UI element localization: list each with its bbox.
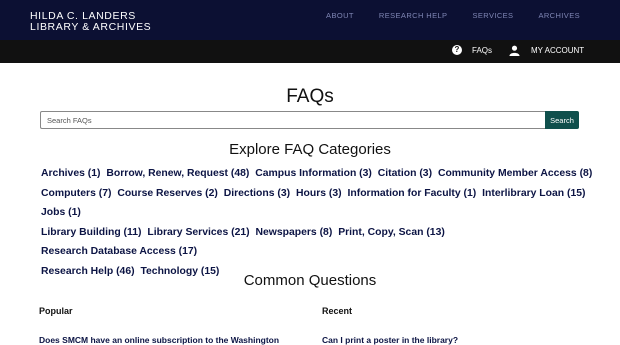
my-account-link[interactable]: MY ACCOUNT: [509, 45, 584, 56]
category-list: Archives (1) Borrow, Renew, Request (48)…: [41, 164, 601, 281]
category-link[interactable]: Interlibrary Loan (15): [482, 188, 585, 199]
category-link[interactable]: Borrow, Renew, Request (48): [106, 168, 249, 179]
search-button[interactable]: Search: [545, 111, 579, 129]
category-link[interactable]: Community Member Access (8): [438, 168, 592, 179]
category-link[interactable]: Campus Information (3): [255, 168, 372, 179]
category-link[interactable]: Archives (1): [41, 168, 100, 179]
category-link[interactable]: Citation (3): [378, 168, 432, 179]
category-link[interactable]: Computers (7): [41, 188, 111, 199]
category-link[interactable]: Directions (3): [224, 188, 290, 199]
popular-question-link[interactable]: Does SMCM have an online subscription to…: [39, 335, 279, 345]
faqs-link[interactable]: ? FAQs: [452, 45, 492, 55]
category-link[interactable]: Course Reserves (2): [117, 188, 218, 199]
faq-search-form: Search: [40, 111, 579, 129]
library-logo[interactable]: HILDA C. LANDERS LIBRARY & ARCHIVES: [30, 11, 151, 33]
recent-question-link[interactable]: Can I print a poster in the library?: [322, 335, 458, 345]
question-circle-icon: ?: [452, 45, 462, 55]
utility-bar: ? FAQs MY ACCOUNT: [0, 40, 620, 63]
top-header-bar: HILDA C. LANDERS LIBRARY & ARCHIVES ABOU…: [0, 0, 620, 40]
category-link[interactable]: Print, Copy, Scan (13): [338, 227, 445, 238]
user-icon: [509, 45, 520, 56]
category-link[interactable]: Research Database Access (17): [41, 246, 197, 257]
category-link[interactable]: Information for Faculty (1): [348, 188, 477, 199]
explore-categories-heading: Explore FAQ Categories: [229, 141, 391, 158]
category-link[interactable]: Library Building (11): [41, 227, 141, 238]
category-link[interactable]: Library Services (21): [147, 227, 249, 238]
my-account-label: MY ACCOUNT: [531, 46, 585, 55]
nav-services[interactable]: SERVICES: [472, 11, 513, 20]
brand-line-2: LIBRARY & ARCHIVES: [30, 21, 152, 33]
faq-search-input[interactable]: [40, 111, 545, 129]
category-link[interactable]: Newspapers (8): [255, 227, 332, 238]
nav-research-help[interactable]: RESEARCH HELP: [379, 11, 448, 20]
page-title: FAQs: [286, 86, 334, 107]
recent-heading: Recent: [322, 306, 353, 316]
nav-about[interactable]: ABOUT: [326, 11, 354, 20]
common-questions-heading: Common Questions: [243, 272, 377, 289]
category-link[interactable]: Jobs (1): [41, 207, 81, 218]
nav-archives[interactable]: ARCHIVES: [538, 11, 580, 20]
top-nav: ABOUT RESEARCH HELP SERVICES ARCHIVES: [301, 11, 580, 20]
faqs-label: FAQs: [472, 45, 493, 55]
category-link[interactable]: Hours (3): [296, 188, 342, 199]
popular-heading: Popular: [39, 306, 73, 316]
